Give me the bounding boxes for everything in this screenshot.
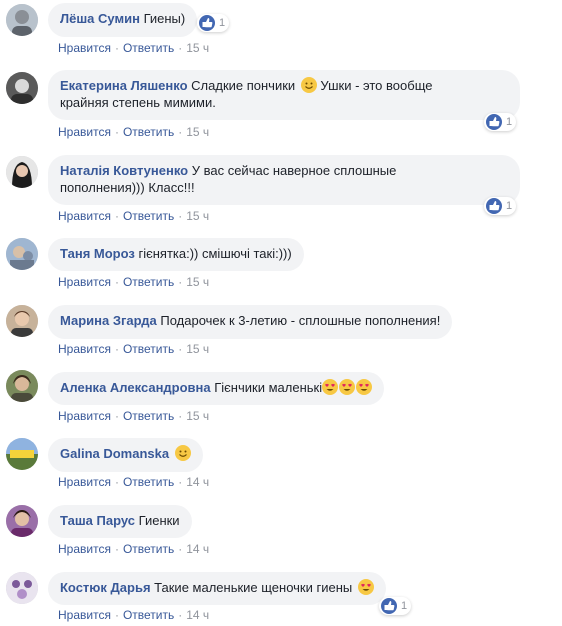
comment-time[interactable]: 15 ч [186, 125, 209, 139]
comment-actions: Нравится · Ответить · 15 ч [58, 125, 210, 139]
comment-time[interactable]: 15 ч [186, 41, 209, 55]
comment-text: Гиенки [138, 513, 180, 528]
like-link[interactable]: Нравится [58, 41, 111, 55]
comment-author[interactable]: Екатерина Ляшенко [60, 78, 188, 93]
reaction-count[interactable]: 1 [197, 14, 230, 32]
heart-eyes-emoji [357, 579, 374, 595]
like-link[interactable]: Нравится [58, 125, 111, 139]
avatar[interactable] [6, 238, 38, 270]
comment-bubble: Лёша Сумин Гиены) [48, 3, 198, 37]
comment-text: Сладкие пончики [191, 78, 296, 93]
like-link[interactable]: Нравится [58, 342, 111, 356]
smile-emoji [174, 445, 191, 461]
reaction-count-value: 1 [506, 116, 513, 128]
comment-author[interactable]: Galina Domanska [60, 446, 169, 461]
comment-author[interactable]: Таня Мороз [60, 246, 135, 261]
reply-link[interactable]: Ответить [123, 608, 174, 622]
comment-bubble: Таня Мороз гієнятка:)) смішючі такі:))) [48, 238, 304, 271]
comment-bubble: Наталія Ковтуненко У вас сейчас наверное… [48, 155, 520, 205]
smile-emoji [300, 77, 317, 93]
comment-actions: Нравится · Ответить · 15 ч [58, 409, 210, 423]
heart-eyes-emoji [322, 379, 339, 395]
reaction-count[interactable]: 1 [379, 597, 412, 615]
comment-author[interactable]: Таша Парус [60, 513, 135, 528]
comment-time[interactable]: 14 ч [186, 475, 209, 489]
reply-link[interactable]: Ответить [123, 209, 174, 223]
comment-bubble: Екатерина Ляшенко Сладкие пончики Ушки -… [48, 70, 520, 120]
avatar[interactable] [6, 505, 38, 537]
comment-author[interactable]: Аленка Александровна [60, 380, 211, 395]
comment-text-cont: крайняя степень мимими. [60, 95, 216, 110]
like-link[interactable]: Нравится [58, 542, 111, 556]
comment-actions: Нравится · Ответить · 15 ч [58, 275, 210, 289]
comment-actions: Нравится · Ответить · 15 ч [58, 41, 210, 55]
reply-link[interactable]: Ответить [123, 409, 174, 423]
comment-actions: Нравится · Ответить · 15 ч [58, 342, 210, 356]
comment-actions: Нравится · Ответить · 14 ч [58, 475, 210, 489]
comment-text: Такие маленькие щеночки гиены [154, 580, 353, 595]
thumbs-up-icon [486, 114, 502, 130]
comment-bubble: Костюк Дарья Такие маленькие щеночки гие… [48, 572, 386, 605]
reply-link[interactable]: Ответить [123, 342, 174, 356]
reaction-count-value: 1 [219, 17, 226, 29]
comment-bubble: Galina Domanska [48, 438, 203, 472]
comment-actions: Нравится · Ответить · 14 ч [58, 542, 210, 556]
comment-actions: Нравится · Ответить · 15 ч [58, 209, 210, 223]
reaction-count[interactable]: 1 [484, 113, 517, 131]
comment-time[interactable]: 14 ч [186, 542, 209, 556]
like-link[interactable]: Нравится [58, 409, 111, 423]
reaction-count-value: 1 [506, 200, 513, 212]
comment-text-cont: Ушки - это вообще [320, 78, 433, 93]
comment-text: Гієнчики маленькі [214, 380, 323, 395]
comment-time[interactable]: 15 ч [186, 275, 209, 289]
comment-bubble: Таша Парус Гиенки [48, 505, 192, 538]
comment-actions: Нравится · Ответить · 14 ч [58, 608, 210, 622]
reaction-count[interactable]: 1 [484, 197, 517, 215]
comment-text-cont: пополнения))) Класс!!! [60, 180, 195, 195]
avatar[interactable] [6, 370, 38, 402]
avatar[interactable] [6, 438, 38, 470]
comment-time[interactable]: 15 ч [186, 209, 209, 223]
heart-eyes-emoji [339, 379, 356, 395]
reply-link[interactable]: Ответить [123, 41, 174, 55]
avatar[interactable] [6, 72, 38, 104]
avatar[interactable] [6, 572, 38, 604]
reply-link[interactable]: Ответить [123, 542, 174, 556]
like-link[interactable]: Нравится [58, 275, 111, 289]
comment-text: Гиены) [143, 11, 186, 26]
reply-link[interactable]: Ответить [123, 475, 174, 489]
reply-link[interactable]: Ответить [123, 275, 174, 289]
comment-time[interactable]: 14 ч [186, 608, 209, 622]
comment-author[interactable]: Наталія Ковтуненко [60, 163, 188, 178]
comment-bubble: Аленка Александровна Гієнчики маленькі [48, 372, 385, 405]
comment-time[interactable]: 15 ч [186, 342, 209, 356]
thumbs-up-icon [381, 598, 397, 614]
comment-text: гієнятка:)) смішючі такі:))) [138, 246, 292, 261]
like-link[interactable]: Нравится [58, 608, 111, 622]
heart-eyes-emoji [356, 379, 373, 395]
comment-author[interactable]: Лёша Сумин [60, 11, 140, 26]
comment-time[interactable]: 15 ч [186, 409, 209, 423]
comment-text: Подарочек к 3-летию - сплошные пополнени… [160, 313, 441, 328]
comment-author[interactable]: Костюк Дарья [60, 580, 151, 595]
reply-link[interactable]: Ответить [123, 125, 174, 139]
reaction-count-value: 1 [401, 600, 408, 612]
comment-author[interactable]: Марина Згарда [60, 313, 157, 328]
comment-text: У вас сейчас наверное сплошные [191, 163, 397, 178]
like-link[interactable]: Нравится [58, 475, 111, 489]
comment-bubble: Марина Згарда Подарочек к 3-летию - спло… [48, 305, 453, 339]
like-link[interactable]: Нравится [58, 209, 111, 223]
thumbs-up-icon [486, 198, 502, 214]
avatar[interactable] [6, 4, 38, 36]
thumbs-up-icon [199, 15, 215, 31]
avatar[interactable] [6, 156, 38, 188]
avatar[interactable] [6, 305, 38, 337]
